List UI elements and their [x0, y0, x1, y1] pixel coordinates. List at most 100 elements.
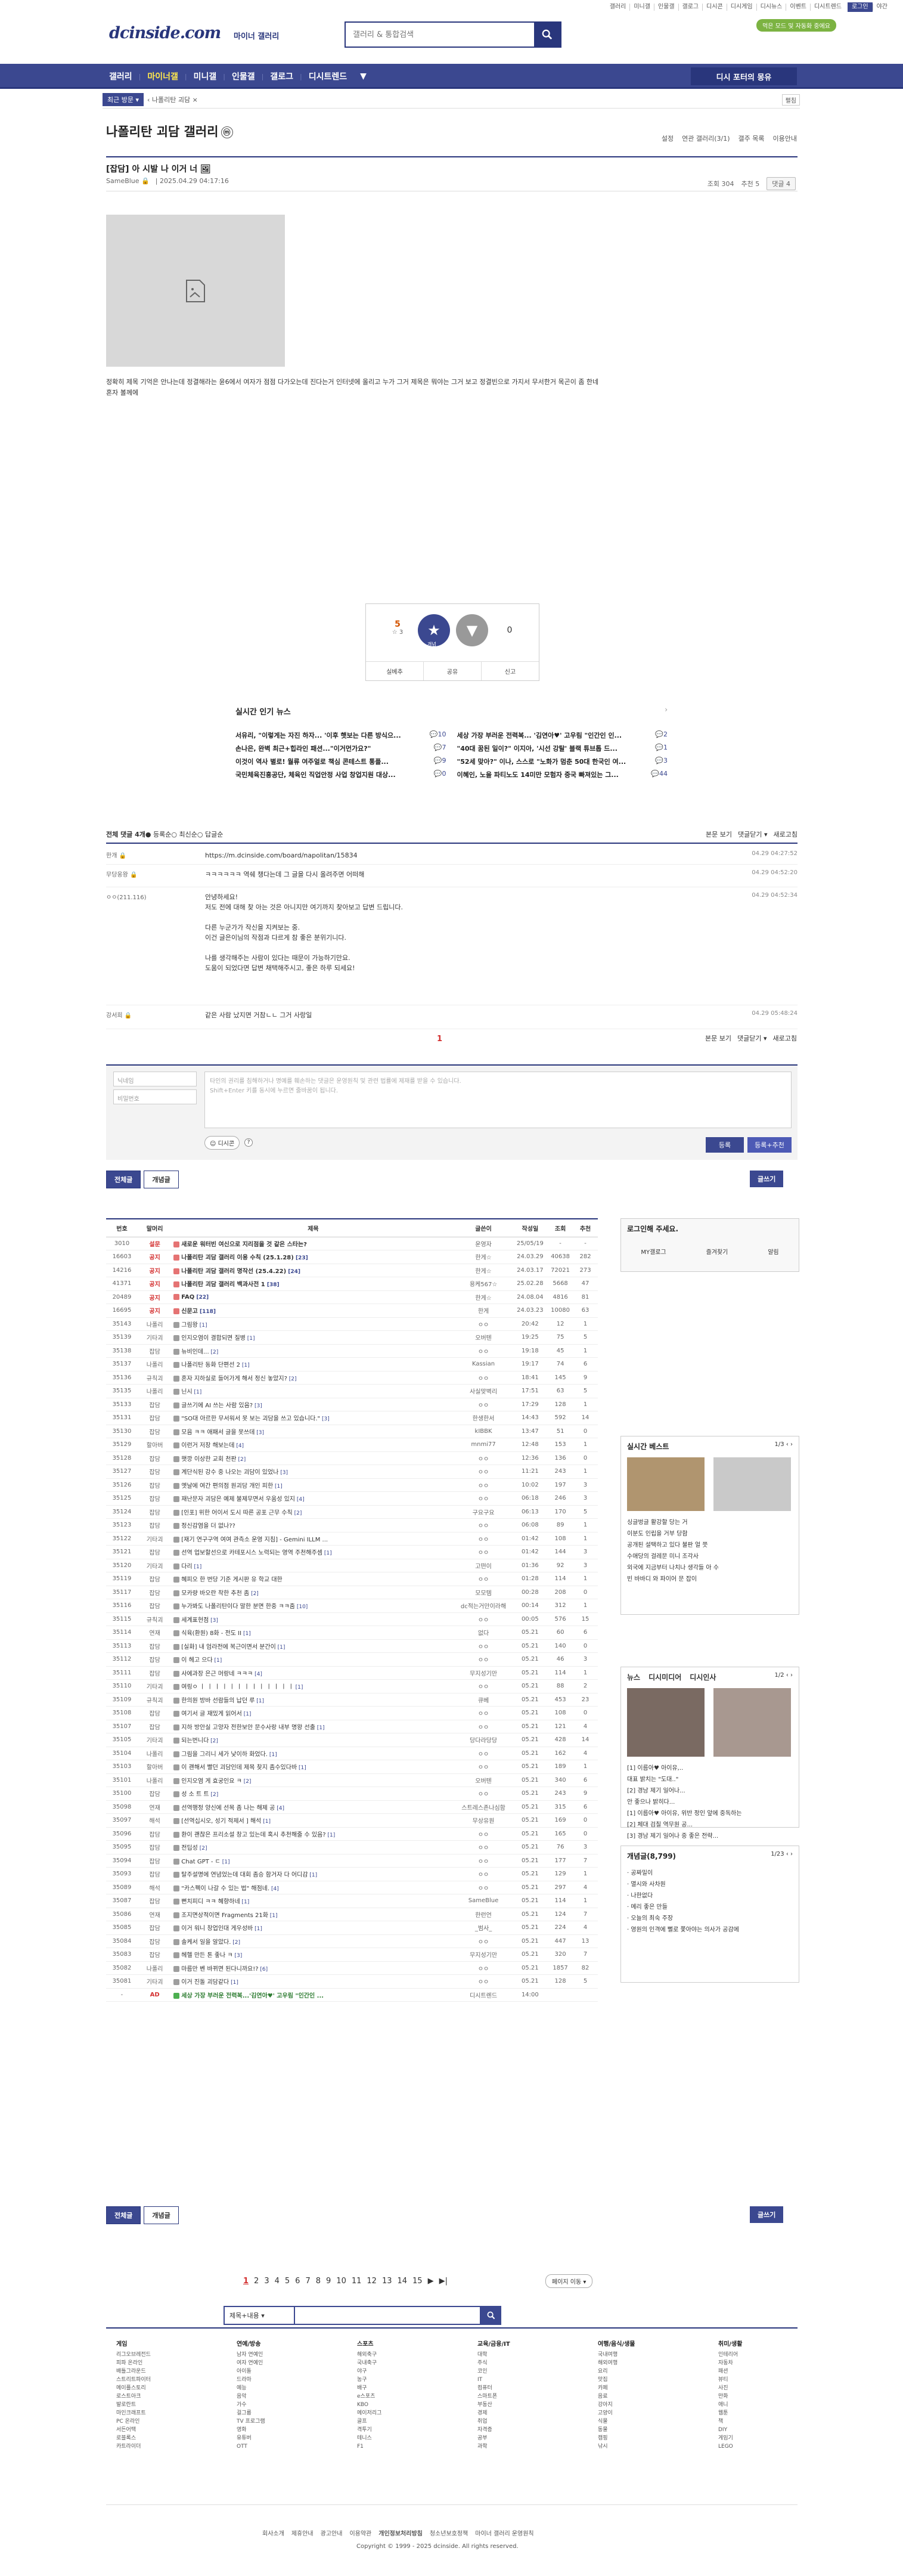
nav-item[interactable]: 디시트렌드: [302, 64, 353, 89]
post-title-link[interactable]: 조지면상적이면 Fragments 21화 [1]: [172, 1908, 455, 1921]
post-comment-count[interactable]: [2]: [249, 1591, 259, 1597]
post-writer[interactable]: ㅇㅇ: [454, 1934, 513, 1948]
page-link[interactable]: 2: [254, 2277, 259, 2286]
popular-news-item[interactable]: 이혜인, 노을 파티노도 14미만 모험자 중국 빠져있는 그... 💬44: [457, 770, 668, 779]
news-image-2[interactable]: [713, 1688, 791, 1757]
post-comment-count[interactable]: [1]: [193, 1564, 202, 1570]
popular-news-item[interactable]: 손나은, 완벽 최근+힙라인 패션..."이거먼가요?" 💬7: [235, 744, 446, 753]
gallery-tool-link[interactable]: 갤주 목록: [738, 134, 765, 143]
footer-link[interactable]: 음료: [598, 2392, 669, 2401]
post-title-link[interactable]: 다리 [1]: [172, 1559, 455, 1572]
footer-link[interactable]: 리그오브레전드: [116, 2351, 188, 2359]
post-title-link[interactable]: 세상 가장 부러운 전력복...'김연아♥' 고우림 "인간인 ...: [172, 1988, 455, 2002]
side-best-item[interactable]: 싱글벙글 활강할 당는 거: [627, 1517, 719, 1528]
post-comment-count[interactable]: [10]: [295, 1604, 308, 1610]
recent-visit-button[interactable]: 최근 방문 ▾: [103, 92, 144, 106]
footer-column-title[interactable]: 게임: [116, 2340, 188, 2349]
post-comment-count[interactable]: [23]: [294, 1255, 308, 1261]
post-comment-count[interactable]: [3]: [278, 1470, 288, 1476]
comment-tool-link[interactable]: 새로고침: [773, 1033, 797, 1043]
side-concept-item[interactable]: · 나한없다: [627, 1890, 739, 1902]
page-link[interactable]: 11: [352, 2277, 362, 2286]
util-link[interactable]: 디시뉴스: [756, 4, 786, 11]
footer-link[interactable]: 카페: [598, 2384, 669, 2392]
footer-link[interactable]: 만화: [718, 2392, 790, 2401]
footer-link[interactable]: 로스트아크: [116, 2392, 188, 2401]
post-title-link[interactable]: 누가봐도 나폴리탄이다 말한 분면 한중 ㅋㅋ줌 [10]: [172, 1599, 455, 1613]
footer-link[interactable]: 예능: [237, 2384, 308, 2392]
post-writer[interactable]: 오버텐: [454, 1330, 513, 1345]
post-title-link[interactable]: 되는번니다 [2]: [172, 1733, 455, 1747]
post-comment-count[interactable]: [4]: [275, 1806, 284, 1812]
footer-link[interactable]: 발로란트: [116, 2401, 188, 2409]
post-title-link[interactable]: 인지오염 게 효궁인요 ㅋ [2]: [172, 1773, 455, 1787]
post-title-link[interactable]: 모카량 바오란 착한 추천 좀 [2]: [172, 1586, 455, 1599]
comment-tool-link[interactable]: 본문 보기: [705, 1033, 731, 1043]
post-title-link[interactable]: 지하 방안실 고양자 전한보안 문수사랑 내부 명왕 선출 [1]: [172, 1720, 455, 1733]
page-link[interactable]: 6: [295, 2277, 300, 2286]
post-comment-count[interactable]: [1]: [261, 1819, 271, 1825]
comment-nick[interactable]: ㅇㅇ(211.116): [106, 892, 147, 901]
bottom-search-button[interactable]: [481, 2306, 501, 2325]
post-title-link[interactable]: FAQ [22]: [172, 1290, 455, 1304]
post-writer[interactable]: 운영자: [454, 1237, 513, 1250]
footer-link[interactable]: 해외축구: [357, 2351, 429, 2359]
page-link[interactable]: 13: [382, 2277, 392, 2286]
post-image[interactable]: [106, 215, 285, 367]
comment-submit-recommend-button[interactable]: 등록+추천: [747, 1137, 792, 1153]
post-comment-count[interactable]: [4]: [295, 1497, 305, 1503]
footer-link[interactable]: F1: [357, 2442, 429, 2451]
page-link[interactable]: 7: [305, 2277, 310, 2286]
comment-password-input[interactable]: 비밀번호: [113, 1089, 197, 1104]
util-link[interactable]: 디시트렌드: [809, 4, 845, 11]
comment-tool-link[interactable]: 댓글닫기 ▾: [737, 1033, 767, 1043]
footer-link[interactable]: 음악: [237, 2392, 308, 2401]
post-comment-count[interactable]: [3]: [255, 1430, 264, 1436]
page-link[interactable]: 8: [316, 2277, 321, 2286]
post-comment-count[interactable]: [1]: [242, 1711, 252, 1717]
footer-link[interactable]: 컴퓨터: [477, 2384, 549, 2392]
post-comment-count[interactable]: [1]: [322, 1550, 332, 1556]
footer-link[interactable]: 웹툰: [718, 2409, 790, 2417]
post-title-link[interactable]: 재난문자 괴담은 예제 불제무면서 우움성 있지 [4]: [172, 1491, 455, 1506]
post-comment-count[interactable]: [2]: [198, 1846, 207, 1852]
footer-link[interactable]: 아이돌: [237, 2367, 308, 2376]
post-title-link[interactable]: 정신감염을 더 없나??: [172, 1518, 455, 1532]
post-comment-count[interactable]: [4]: [269, 1886, 279, 1892]
post-comment-count[interactable]: [1]: [240, 1363, 250, 1368]
post-writer[interactable]: ㅇㅇ: [454, 1465, 513, 1479]
post-writer[interactable]: ㅇㅇ: [454, 1639, 513, 1653]
post-title-link[interactable]: 계단식된 강수 중 나오는 괴담이 있었나 [3]: [172, 1465, 455, 1479]
post-comment-count[interactable]: [1]: [246, 1336, 255, 1342]
post-writer[interactable]: ㅇㅇ: [454, 1787, 513, 1801]
side-news-item[interactable]: 안 좋으나 밝히다...: [627, 1797, 742, 1808]
post-title-link[interactable]: 여링ㅇ ㅣ ㅣ ㅣ ㅣ ㅣ ㅣ ㅣ ㅣ ㅣ ㅣ ㅣ ㅣ ㅣ [1]: [172, 1679, 455, 1693]
best-image-2[interactable]: [713, 1457, 791, 1511]
post-writer[interactable]: ㅇㅇ: [454, 1867, 513, 1881]
post-comment-count[interactable]: [4]: [253, 1671, 262, 1677]
page-link[interactable]: 12: [367, 2277, 377, 2286]
search-type-select[interactable]: 제목+내용 ▾: [224, 2306, 295, 2325]
post-comment-count[interactable]: [1]: [198, 1323, 207, 1329]
footer-link[interactable]: 마인크래프트: [116, 2409, 188, 2417]
post-writer[interactable]: 고떤이: [454, 1559, 513, 1572]
footer-link[interactable]: 드라마: [237, 2376, 308, 2384]
side-news-tab[interactable]: 뉴스: [627, 1672, 640, 1682]
next-page-button[interactable]: ▶: [428, 2277, 434, 2286]
post-title-link[interactable]: 혼자 지하실로 들어가게 해서 정신 놓았지? [2]: [172, 1371, 455, 1385]
popular-news-item[interactable]: "40대 꿈된 일이?" 이지아, '시선 강탈' 블랙 튜브톱 드... 💬1: [457, 744, 668, 753]
gallery-tool-link[interactable]: 이용안내: [773, 134, 797, 143]
footer-link[interactable]: 남자 연예인: [237, 2351, 308, 2359]
post-comment-count[interactable]: [3]: [209, 1618, 218, 1624]
footer-link[interactable]: 야구: [357, 2367, 429, 2376]
util-link[interactable]: 인물갤: [653, 4, 678, 11]
post-writer[interactable]: ㅇㅇ: [454, 1760, 513, 1774]
post-writer[interactable]: ㅇㅇ: [454, 1371, 513, 1385]
footer-link[interactable]: 걸그룹: [237, 2409, 308, 2417]
write-button[interactable]: 글쓰기: [750, 1171, 784, 1187]
post-writer[interactable]: 무지성기만: [454, 1666, 513, 1680]
footer-link[interactable]: 코인: [477, 2367, 549, 2376]
footer-column-title[interactable]: 스포츠: [357, 2340, 429, 2349]
comment-tool-link[interactable]: 새로고침: [774, 829, 798, 839]
post-writer[interactable]: ㅇㅇ: [454, 1854, 513, 1868]
